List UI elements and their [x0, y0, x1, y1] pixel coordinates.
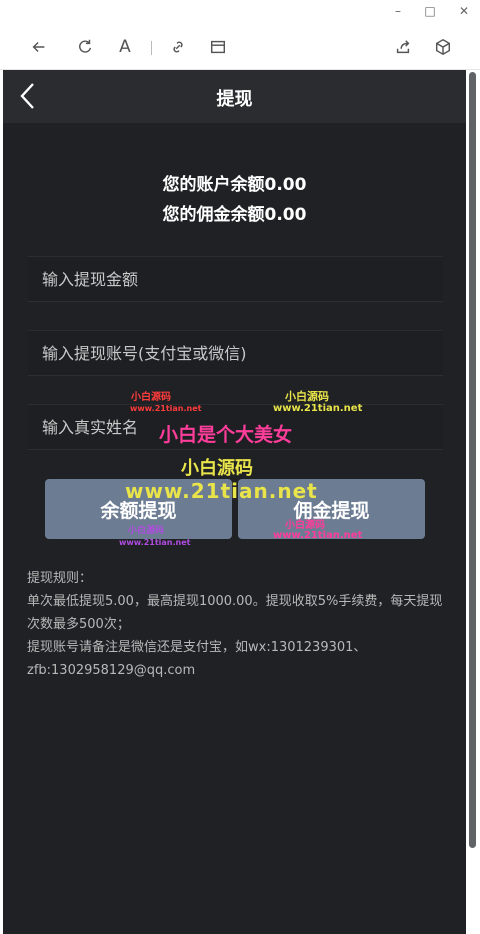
watermark-url-button-1: www.21tian.net — [119, 538, 191, 547]
maximize-button[interactable]: □ — [420, 2, 440, 20]
window-title-bar: – □ ✕ — [0, 0, 480, 24]
account-input[interactable] — [28, 331, 443, 375]
amount-field — [28, 256, 443, 302]
watermark-cn-button-1: 小白源码 — [128, 526, 165, 536]
watermark-cn-big: 小白源码 — [181, 458, 253, 479]
amount-input[interactable] — [28, 257, 443, 301]
watermark-slogan: 小白是个大美女 — [159, 424, 293, 446]
rules-heading: 提现规则： — [27, 571, 93, 586]
commission-balance-text: 您的佣金余额0.00 — [162, 205, 307, 225]
rules-line-1: 单次最低提现5.00，最高提现1000.00。提现收取5%手续费，每天提现次数最… — [27, 594, 443, 632]
watermark-cn-button-2: 小白源码 — [285, 520, 325, 531]
watermark-cn-small-1: 小白源码 — [131, 392, 171, 403]
watermark-url-button-2: www.21tian.net — [273, 530, 363, 541]
withdraw-rules: 提现规则： 单次最低提现5.00，最高提现1000.00。提现收取5%手续费，每… — [27, 567, 443, 682]
reader-font-icon[interactable]: A — [114, 36, 136, 58]
share-icon[interactable] — [392, 36, 414, 58]
close-window-button[interactable]: ✕ — [454, 2, 474, 20]
link-icon[interactable] — [167, 36, 189, 58]
page-title: 提现 — [216, 89, 253, 110]
browser-toolbar: A — [0, 24, 480, 70]
watermark-url-big: www.21tian.net — [125, 479, 318, 503]
watermark-url-yellow: www.21tian.net — [273, 403, 363, 414]
minimize-button[interactable]: – — [388, 2, 408, 20]
cube-icon[interactable] — [432, 36, 454, 58]
app-screen: 提现 您的账户余额0.00 您的佣金余额0.00 余额提现 佣金提现 提现规则：… — [3, 70, 466, 934]
rules-line-2: 提现账号请备注是微信还是支付宝，如wx:1301239301、zfb:13029… — [27, 640, 367, 678]
scrollbar-thumb[interactable] — [469, 72, 476, 848]
watermark-url-small-1: www.21tian.net — [130, 404, 202, 413]
back-arrow-icon[interactable] — [28, 36, 50, 58]
watermark-cn-yellow: 小白源码 — [285, 390, 329, 403]
refresh-icon[interactable] — [74, 36, 96, 58]
nav-bar: 提现 — [3, 70, 466, 123]
toolbar-divider — [151, 41, 152, 55]
account-balance-text: 您的账户余额0.00 — [162, 175, 307, 195]
window-icon[interactable] — [207, 36, 229, 58]
account-field — [28, 330, 443, 376]
